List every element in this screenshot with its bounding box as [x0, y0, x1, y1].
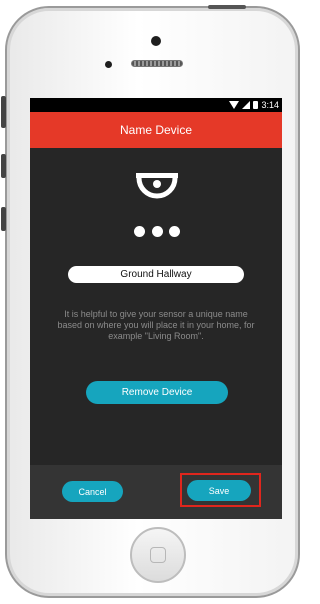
sensor-logo-icon: [136, 173, 178, 199]
volume-up-button[interactable]: [1, 154, 6, 178]
wifi-icon: [229, 101, 240, 109]
volume-down-button[interactable]: [1, 207, 6, 231]
device-name-input[interactable]: [68, 266, 244, 283]
dot: [151, 226, 163, 237]
status-time: 3:14: [261, 100, 279, 110]
front-camera: [151, 36, 161, 46]
help-text: It is helpful to give your sensor a uniq…: [57, 309, 255, 341]
power-button[interactable]: [208, 5, 246, 9]
signal-icon: [242, 101, 251, 109]
earpiece-speaker: [131, 60, 183, 67]
cancel-label: Cancel: [78, 486, 107, 497]
page-title: Name Device: [119, 123, 193, 137]
proximity-sensor: [105, 61, 112, 68]
bottom-action-bar: Cancel Save: [30, 465, 282, 519]
app-bar: Name Device: [30, 112, 282, 148]
status-bar: 3:14: [30, 98, 282, 112]
home-square-icon: [150, 547, 166, 563]
cancel-button[interactable]: Cancel: [62, 481, 123, 502]
save-label: Save: [208, 485, 230, 496]
dot: [169, 226, 180, 237]
remove-device-label: Remove Device: [121, 387, 193, 398]
home-button[interactable]: [130, 527, 186, 583]
remove-device-button[interactable]: Remove Device: [86, 381, 228, 404]
dot: [134, 226, 145, 237]
battery-icon: [253, 101, 259, 109]
mute-switch[interactable]: [1, 96, 6, 128]
device-screen: 3:14 Name Device It is helpful to give y…: [30, 98, 282, 519]
save-button[interactable]: Save: [187, 480, 251, 501]
pairing-dots: [134, 226, 180, 237]
